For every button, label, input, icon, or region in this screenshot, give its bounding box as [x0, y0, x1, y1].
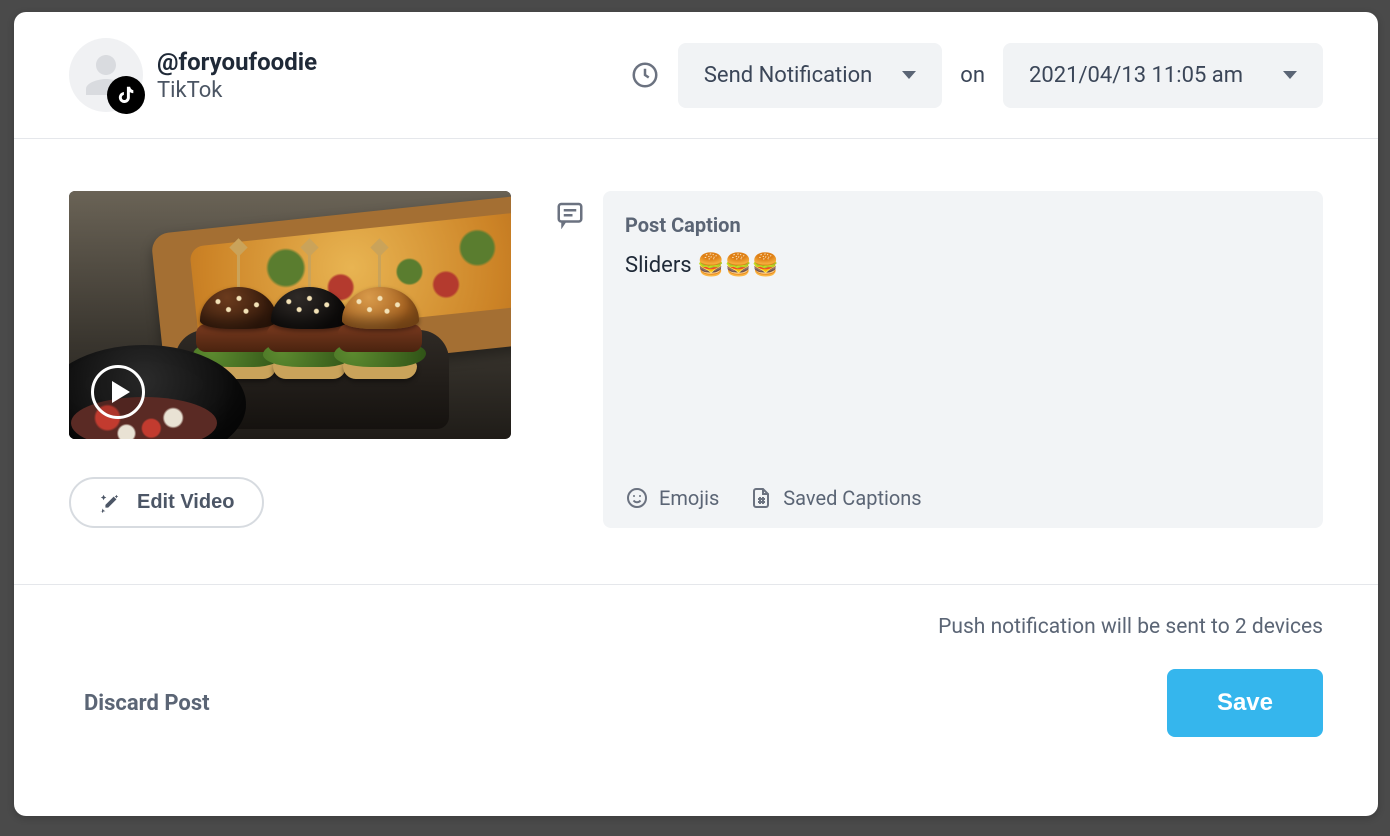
- avatar-wrap: [69, 38, 143, 112]
- post-editor-modal: @foryoufoodie TikTok Send Notification o…: [14, 12, 1378, 816]
- on-label: on: [960, 63, 985, 88]
- video-thumbnail[interactable]: [69, 191, 511, 439]
- modal-footer: Push notification will be sent to 2 devi…: [14, 585, 1378, 757]
- push-notification-note: Push notification will be sent to 2 devi…: [84, 615, 1323, 639]
- caption-tools: Emojis Saved Captions: [625, 476, 1301, 510]
- platform-label: TikTok: [157, 78, 317, 103]
- tiktok-badge: [107, 76, 145, 114]
- caption-column: Post Caption Sliders 🍔🍔🍔 Emojis Saved Ca…: [555, 191, 1323, 528]
- username: @foryoufoodie: [157, 48, 317, 76]
- discard-post-button[interactable]: Discard Post: [84, 691, 210, 716]
- file-hash-icon: [749, 486, 773, 510]
- saved-captions-button[interactable]: Saved Captions: [749, 486, 921, 510]
- clock-icon: [630, 60, 660, 90]
- caption-icon: [555, 191, 585, 528]
- media-column: Edit Video: [69, 191, 511, 528]
- play-icon: [91, 365, 145, 419]
- schedule-area: Send Notification on 2021/04/13 11:05 am: [630, 43, 1323, 108]
- modal-header: @foryoufoodie TikTok Send Notification o…: [14, 12, 1378, 139]
- action-dropdown-label: Send Notification: [704, 63, 872, 88]
- account-area: @foryoufoodie TikTok: [69, 38, 630, 112]
- save-button[interactable]: Save: [1167, 669, 1323, 737]
- tiktok-icon: [115, 84, 137, 106]
- datetime-label: 2021/04/13 11:05 am: [1029, 63, 1243, 88]
- modal-body: Edit Video Post Caption Sliders 🍔🍔🍔 Emoj…: [14, 139, 1378, 585]
- saved-captions-label: Saved Captions: [783, 486, 921, 510]
- edit-video-button[interactable]: Edit Video: [69, 477, 264, 528]
- caption-title: Post Caption: [625, 213, 1301, 237]
- action-dropdown[interactable]: Send Notification: [678, 43, 942, 108]
- chevron-down-icon: [902, 71, 916, 79]
- emojis-label: Emojis: [659, 486, 719, 510]
- caption-card: Post Caption Sliders 🍔🍔🍔 Emojis Saved Ca…: [603, 191, 1323, 528]
- caption-input[interactable]: Sliders 🍔🍔🍔: [625, 253, 1301, 476]
- edit-video-label: Edit Video: [137, 491, 234, 514]
- footer-actions: Discard Post Save: [84, 669, 1323, 737]
- account-text: @foryoufoodie TikTok: [157, 48, 317, 103]
- chevron-down-icon: [1283, 71, 1297, 79]
- magic-wand-icon: [99, 492, 121, 514]
- emojis-button[interactable]: Emojis: [625, 486, 719, 510]
- datetime-dropdown[interactable]: 2021/04/13 11:05 am: [1003, 43, 1323, 108]
- smile-icon: [625, 486, 649, 510]
